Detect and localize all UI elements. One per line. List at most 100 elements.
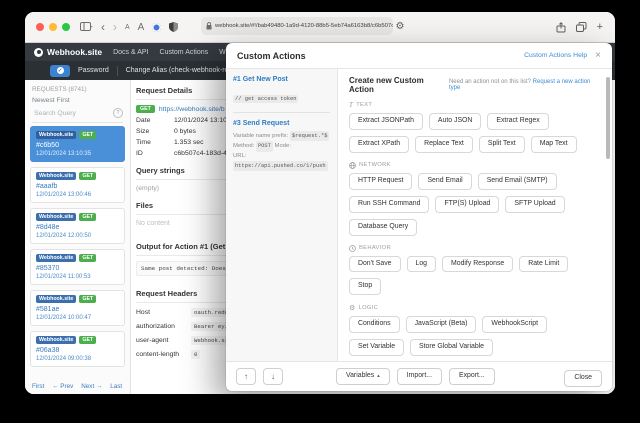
action-type-button[interactable]: Rate Limit xyxy=(519,255,569,273)
request-list-item[interactable]: Webhook.site GET #06a38 12/01/2024 09:00:… xyxy=(30,331,125,367)
clock-icon xyxy=(349,244,356,252)
request-date: 12/01/2024 11:00:53 xyxy=(36,274,91,280)
forward-button[interactable]: › xyxy=(113,21,117,33)
action-type-button[interactable]: WebhookScript xyxy=(482,316,548,334)
action-type-button[interactable]: Set Variable xyxy=(349,339,405,357)
action-type-button[interactable]: Split Text xyxy=(478,135,525,153)
app-badge: Webhook.site xyxy=(36,254,77,262)
action-type-button[interactable]: FTP(S) Upload xyxy=(435,195,500,213)
header-value: 0 xyxy=(191,350,201,359)
need-action-text: Need an action not on this list? xyxy=(448,79,531,85)
address-bar[interactable]: webhook.site/#!/bab49480-1a9d-4120-88b5-… xyxy=(201,17,393,35)
modal-footer: ↑ ↓ Variables ▴ Import... Export... Close xyxy=(226,361,612,391)
close-window-button[interactable] xyxy=(36,23,44,31)
action-title[interactable]: #1 Get New Post xyxy=(233,76,330,83)
action-type-button[interactable]: HTTP Request xyxy=(349,172,413,190)
extension-icon[interactable] xyxy=(152,22,162,32)
modal-scrollbar[interactable] xyxy=(606,77,610,159)
desktop-background: ‹ › A A webhook.site/#!/bab49480-1a9d-41… xyxy=(0,0,640,423)
sort-order-control[interactable]: Newest First xyxy=(32,97,123,104)
brand[interactable]: Webhook.site xyxy=(34,47,102,57)
close-icon[interactable]: × xyxy=(595,50,601,61)
sidebar-toggle-icon[interactable] xyxy=(80,22,93,32)
action-title[interactable]: #3 Send Request xyxy=(233,120,330,127)
share-icon[interactable] xyxy=(556,21,566,33)
request-url-link[interactable]: https://webhook.site/b xyxy=(159,106,225,113)
action-type-button[interactable]: Extract Regex xyxy=(487,113,549,130)
search-input[interactable] xyxy=(32,108,111,118)
minimize-window-button[interactable] xyxy=(49,23,57,31)
action-type-button[interactable]: Send Email xyxy=(418,172,472,190)
close-button[interactable]: Close xyxy=(564,370,602,387)
password-button[interactable]: Password xyxy=(78,67,109,74)
move-action-down-button[interactable]: ↓ xyxy=(263,368,283,385)
action-type-button[interactable]: Map Text xyxy=(530,135,577,153)
url-text: webhook.site/#!/bab49480-1a9d-4120-88b5-… xyxy=(215,23,393,29)
back-button[interactable]: ‹ xyxy=(101,21,105,33)
text-larger-button[interactable]: A xyxy=(138,22,145,33)
app-badge: Webhook.site xyxy=(36,336,77,344)
action-type-button[interactable]: Database Query xyxy=(349,218,418,236)
action-type-button[interactable]: Send Email (SMTP) xyxy=(477,172,557,190)
action-type-button[interactable]: Log xyxy=(406,255,436,273)
action-type-button[interactable]: Don't Save xyxy=(349,255,401,273)
method-label: Method: xyxy=(233,143,255,150)
request-list-item[interactable]: Webhook.site GET #581ae 12/01/2024 10:00:… xyxy=(30,290,125,326)
action-type-button[interactable]: JavaScript (Beta) xyxy=(405,316,477,334)
variables-dropdown-button[interactable]: Variables ▴ xyxy=(336,368,390,385)
import-button[interactable]: Import... xyxy=(396,368,443,385)
request-date: 12/01/2024 09:00:38 xyxy=(36,356,92,362)
request-list-item[interactable]: Webhook.site GET #aaafb 12/01/2024 13:00:… xyxy=(30,167,125,203)
action-type-button[interactable]: Extract JSONPath xyxy=(349,113,423,130)
time-value: 1.353 sec xyxy=(174,139,204,146)
section-network: NETWORK HTTP Request Send Email Send Ema… xyxy=(349,161,601,236)
action-type-button[interactable]: Store Global Variable xyxy=(410,339,494,357)
action-item-1[interactable]: #1 Get New Post // get access token xyxy=(233,76,330,113)
action-type-button[interactable]: Modify Response xyxy=(442,255,514,273)
action-type-button[interactable]: Stop xyxy=(349,278,382,296)
request-date: 12/01/2024 12:00:50 xyxy=(36,233,92,239)
app-badge: Webhook.site xyxy=(36,172,77,180)
date-label: Date xyxy=(136,117,151,124)
method-badge: GET xyxy=(79,295,97,303)
request-list-item[interactable]: Webhook.site GET #85370 12/01/2024 11:00:… xyxy=(30,249,125,285)
text-icon: T xyxy=(349,101,354,109)
action-type-button[interactable]: Replace Text xyxy=(415,135,473,153)
maximize-window-button[interactable] xyxy=(62,23,70,31)
custom-actions-help-link[interactable]: Custom Actions Help xyxy=(524,52,587,59)
nav-item-docs-api[interactable]: Docs & API xyxy=(113,49,148,56)
action-type-button[interactable]: Auto JSON xyxy=(428,113,482,130)
action-type-button[interactable]: Run SSH Command xyxy=(349,195,430,213)
method-badge: GET xyxy=(79,254,97,262)
request-id: #aaafb xyxy=(36,183,58,190)
action-type-button[interactable]: SFTP Upload xyxy=(505,195,565,213)
nav-item-custom-actions[interactable]: Custom Actions xyxy=(160,49,209,56)
new-tab-button[interactable]: + xyxy=(597,21,603,33)
action-type-button[interactable]: Extract XPath xyxy=(349,135,410,153)
text-smaller-button[interactable]: A xyxy=(125,24,130,31)
pagination-next[interactable]: Next → xyxy=(81,383,102,390)
shield-extension-icon[interactable] xyxy=(169,22,179,32)
browser-toolbar: ‹ › A A webhook.site/#!/bab49480-1a9d-41… xyxy=(25,12,615,43)
toolbar-check-button[interactable]: ✓ xyxy=(50,64,70,77)
pagination-last[interactable]: Last xyxy=(110,383,122,390)
request-list-item[interactable]: Webhook.site GET #8d48e 12/01/2024 12:00:… xyxy=(30,208,125,244)
export-button[interactable]: Export... xyxy=(449,368,495,385)
action-item-3[interactable]: #3 Send Request Variable name prefix: $r… xyxy=(233,120,330,178)
request-date: 12/01/2024 13:10:35 xyxy=(36,151,92,157)
move-action-up-button[interactable]: ↑ xyxy=(236,368,256,385)
action-type-button[interactable]: Conditions xyxy=(349,316,400,334)
create-action-title: Create new Custom Action xyxy=(349,76,424,94)
tab-overview-icon[interactable] xyxy=(575,22,587,32)
request-list: Webhook.site GET #c6b50 12/01/2024 13:10:… xyxy=(25,124,130,377)
lock-icon xyxy=(206,22,212,30)
pagination-first[interactable]: First xyxy=(32,383,44,390)
request-list-item[interactable]: Webhook.site GET #c6b50 12/01/2024 13:10:… xyxy=(30,126,125,162)
prefix-value: $request.*$ xyxy=(289,131,330,142)
site-settings-gear-icon[interactable]: ⚙ xyxy=(391,17,409,35)
pagination-prev[interactable]: ← Prev xyxy=(52,383,73,390)
time-label: Time xyxy=(136,139,151,146)
header-name: authorization xyxy=(136,323,175,330)
search-help-icon[interactable]: ? xyxy=(113,108,123,118)
change-alias-button[interactable]: Change Alias (check-webhook-reddit) xyxy=(126,67,242,74)
